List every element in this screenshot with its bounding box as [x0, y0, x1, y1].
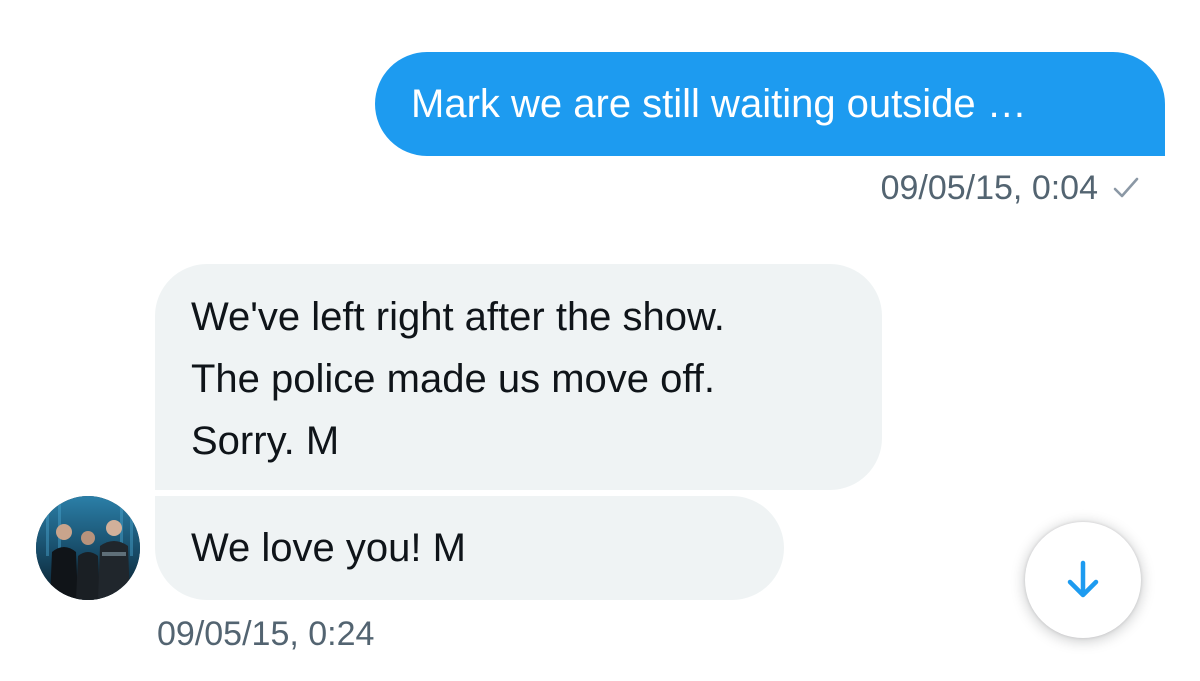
received-message-timestamp: 09/05/15, 0:24: [157, 615, 375, 653]
checkmark-icon: [1113, 177, 1139, 198]
sent-message-meta: 09/05/15, 0:04: [881, 168, 1140, 208]
received-message-line: We've left right after the show.: [191, 295, 725, 339]
received-message-text: We love you! M: [191, 526, 466, 570]
received-message-line: The police made us move off.: [191, 357, 715, 401]
sender-avatar[interactable]: [36, 496, 140, 600]
avatar-photo-icon: [36, 496, 140, 600]
sent-message-timestamp: 09/05/15, 0:04: [880, 169, 1098, 207]
received-message-line: Sorry. M: [191, 419, 340, 463]
scroll-to-bottom-button[interactable]: [1025, 522, 1141, 638]
sent-message-text: Mark we are still waiting outside …: [411, 82, 1027, 126]
received-message-bubble[interactable]: We've left right after the show. The pol…: [155, 264, 882, 490]
received-message-bubble[interactable]: We love you! M: [155, 496, 784, 600]
arrow-down-icon: [1067, 560, 1099, 598]
sent-message-bubble[interactable]: Mark we are still waiting outside …: [375, 52, 1165, 156]
